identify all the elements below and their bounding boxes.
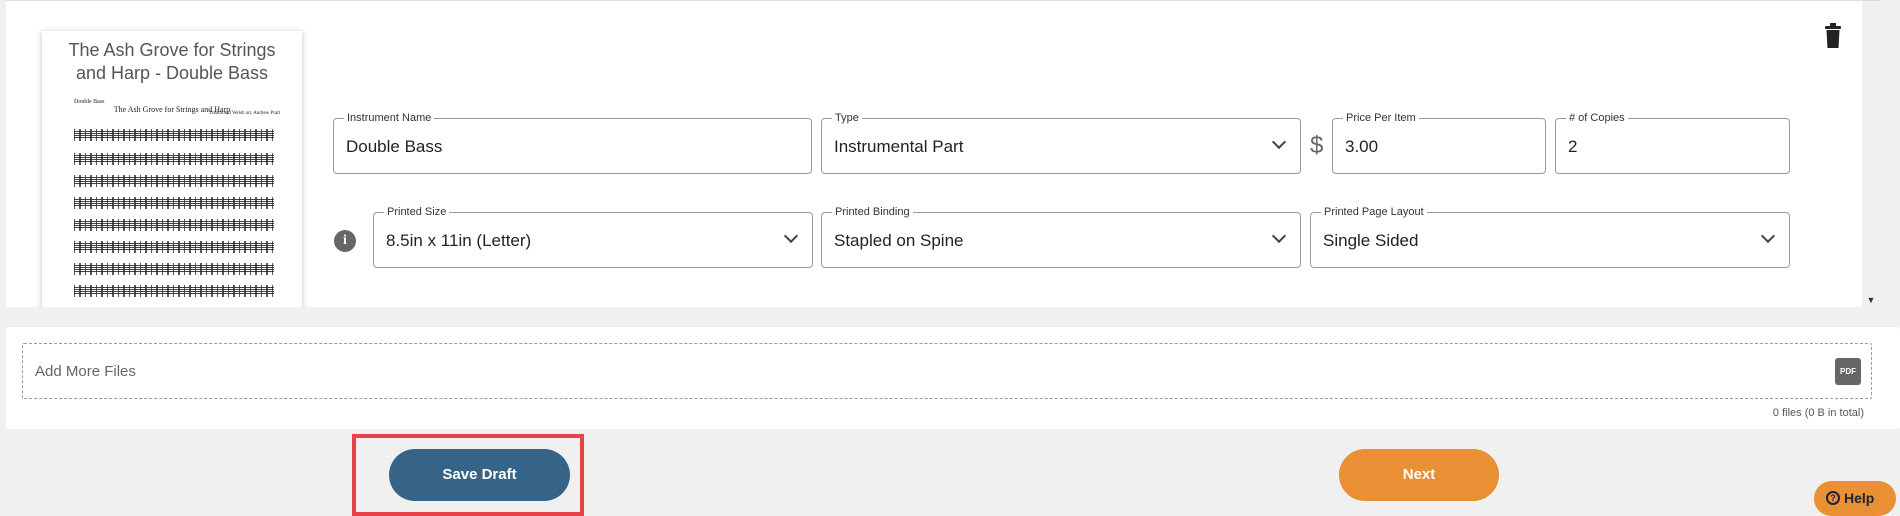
music-staff: [74, 219, 274, 231]
music-staff: [74, 285, 274, 297]
music-staff: [74, 197, 274, 209]
sheet-music-thumbnail[interactable]: The Ash Grove for Strings and Harp - Dou…: [42, 31, 302, 307]
instrument-name-label: Instrument Name: [344, 111, 435, 125]
music-staff: [74, 153, 274, 165]
copies-value[interactable]: 2: [1568, 137, 1577, 157]
printed-layout-value: Single Sided: [1323, 231, 1419, 250]
question-icon: ?: [1826, 490, 1840, 505]
save-draft-button[interactable]: Save Draft: [389, 449, 570, 501]
printed-size-label: Printed Size: [384, 205, 450, 219]
music-staff: [74, 263, 274, 275]
printed-binding-value: Stapled on Spine: [834, 231, 964, 250]
type-select[interactable]: Type Instrumental Part: [821, 111, 1301, 174]
trash-icon[interactable]: [1824, 23, 1842, 49]
printed-layout-label: Printed Page Layout: [1321, 205, 1427, 219]
next-button[interactable]: Next: [1339, 449, 1499, 501]
sheet-music-preview: Double Bass The Ash Grove for Strings an…: [54, 97, 290, 307]
instrument-name-value[interactable]: Double Bass: [346, 137, 442, 157]
file-dropzone[interactable]: Add More Files PDF: [22, 343, 1872, 399]
sheet-credit: Traditional Welsh arr. Andrew Pratt: [208, 111, 280, 116]
price-per-item-field[interactable]: Price Per Item 3.00: [1332, 111, 1546, 174]
music-staff: [74, 175, 274, 187]
copies-field[interactable]: # of Copies 2: [1555, 111, 1790, 174]
scrollbar[interactable]: ▼: [1862, 1, 1880, 307]
copies-label: # of Copies: [1566, 111, 1628, 125]
instrument-name-field[interactable]: Instrument Name Double Bass: [333, 111, 812, 174]
printed-layout-select[interactable]: Printed Page Layout Single Sided: [1310, 205, 1790, 268]
chevron-down-icon[interactable]: [1760, 228, 1776, 244]
pdf-icon: PDF: [1835, 358, 1861, 385]
price-per-item-label: Price Per Item: [1343, 111, 1419, 125]
type-label: Type: [832, 111, 862, 125]
printed-binding-label: Printed Binding: [832, 205, 913, 219]
music-staff: [74, 241, 274, 253]
printed-size-value: 8.5in x 11in (Letter): [386, 231, 532, 250]
info-icon[interactable]: i: [334, 230, 356, 252]
type-value: Instrumental Part: [834, 137, 964, 156]
add-files-card: Add More Files PDF 0 files (0 B in total…: [6, 327, 1900, 429]
printed-size-select[interactable]: Printed Size 8.5in x 11in (Letter): [373, 205, 813, 268]
printed-binding-select[interactable]: Printed Binding Stapled on Spine: [821, 205, 1301, 268]
scroll-down-arrow-icon[interactable]: ▼: [1864, 294, 1878, 306]
music-staff: [74, 129, 274, 141]
files-count: 0 files (0 B in total): [1772, 407, 1864, 419]
help-label: Help: [1844, 490, 1875, 506]
chevron-down-icon[interactable]: [1271, 228, 1287, 244]
chevron-down-icon[interactable]: [783, 228, 799, 244]
price-per-item-value[interactable]: 3.00: [1345, 137, 1378, 157]
thumbnail-title: The Ash Grove for Strings and Harp - Dou…: [68, 40, 276, 83]
help-button[interactable]: ? Help: [1814, 481, 1896, 516]
chevron-down-icon[interactable]: [1271, 134, 1287, 150]
currency-symbol: $: [1310, 132, 1324, 159]
dropzone-placeholder: Add More Files: [35, 363, 136, 380]
